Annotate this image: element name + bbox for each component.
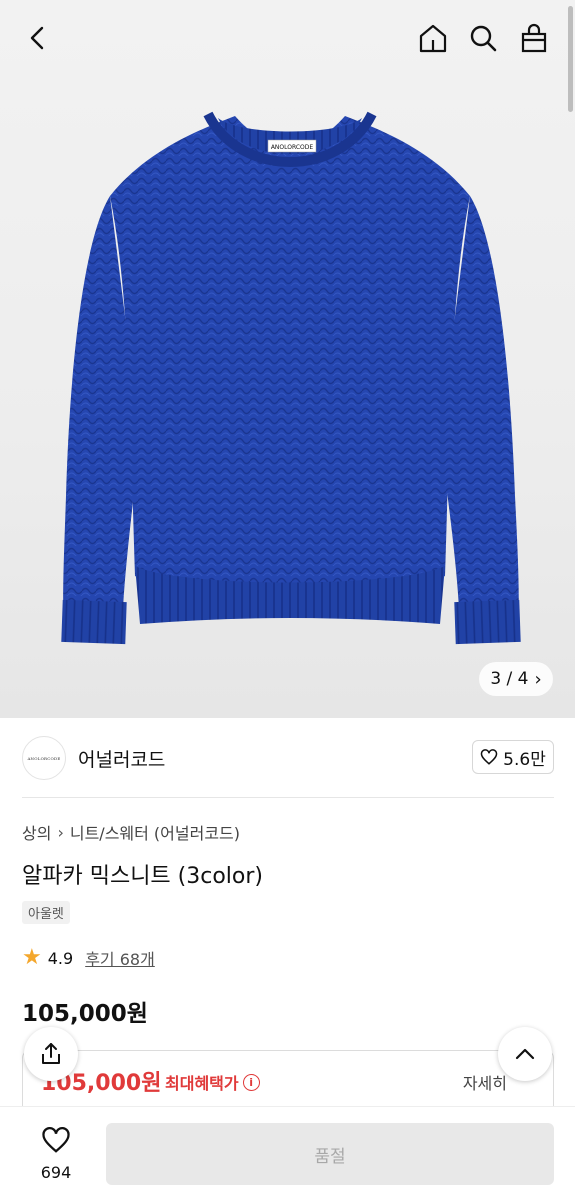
benefit-detail-link[interactable]: 자세히	[463, 1070, 507, 1094]
product-price: 105,000원	[22, 1001, 148, 1027]
benefit-label-text: 최대혜택가	[165, 1074, 239, 1093]
chevron-left-icon	[30, 26, 44, 50]
brand-logo[interactable]: ANOLORCODE	[22, 736, 66, 780]
bottom-action-bar: 694 품절	[0, 1106, 575, 1200]
outlet-badge: 아울렛	[22, 901, 70, 924]
rating-value: 4.9	[47, 948, 74, 968]
cart-button[interactable]	[514, 18, 554, 58]
brand-row[interactable]: ANOLORCODE 어널러코드 5.6만	[22, 734, 554, 782]
home-button[interactable]	[413, 18, 453, 58]
heart-icon	[480, 749, 498, 765]
search-icon	[470, 25, 497, 52]
review-link[interactable]: 후기 68개	[85, 946, 155, 970]
product-image-gallery[interactable]: ANOLORCODE 3 / 4 ›	[0, 0, 575, 718]
brand-logo-text: ANOLORCODE	[27, 755, 61, 761]
scrollbar[interactable]	[568, 6, 573, 112]
sold-out-button[interactable]: 품절	[106, 1123, 554, 1185]
brand-like-count: 5.6만	[503, 749, 546, 770]
pager-text: 3 / 4	[490, 669, 529, 689]
star-icon: ★	[22, 945, 42, 970]
breadcrumb: 상의 › 니트/스웨터 (어널러코드)	[22, 820, 240, 844]
info-icon[interactable]: i	[242, 1073, 260, 1091]
wishlist-button[interactable]: 694	[24, 1125, 88, 1182]
chevron-right-icon: ›	[57, 822, 64, 842]
rating-row: ★ 4.9 후기 68개	[22, 946, 155, 970]
breadcrumb-category[interactable]: 상의	[22, 820, 51, 844]
image-pager[interactable]: 3 / 4 ›	[479, 662, 553, 696]
brand-name[interactable]: 어널러코드	[78, 745, 165, 772]
back-button[interactable]	[18, 18, 58, 58]
shopping-bag-icon	[521, 23, 547, 53]
share-button[interactable]	[24, 1027, 78, 1081]
divider	[22, 797, 554, 798]
max-benefit-box[interactable]: 105,000원 최대혜택가 i 자세히	[22, 1050, 554, 1114]
home-icon	[419, 24, 447, 53]
share-icon	[42, 1043, 60, 1064]
chevron-right-icon: ›	[534, 668, 542, 690]
brand-like-button[interactable]: 5.6만	[472, 740, 554, 774]
chevron-up-icon	[515, 1048, 535, 1060]
heart-icon	[42, 1127, 70, 1153]
wishlist-count: 694	[40, 1163, 72, 1182]
scroll-top-button[interactable]	[498, 1027, 552, 1081]
garment-label-text: ANOLORCODE	[271, 144, 314, 151]
benefit-label: 최대혜택가 i	[165, 1070, 260, 1094]
product-image-sweater: ANOLORCODE	[61, 111, 521, 645]
breadcrumb-subcategory[interactable]: 니트/스웨터 (어널러코드)	[70, 820, 240, 844]
search-button[interactable]	[463, 18, 503, 58]
product-title: 알파카 믹스니트 (3color)	[22, 864, 264, 889]
